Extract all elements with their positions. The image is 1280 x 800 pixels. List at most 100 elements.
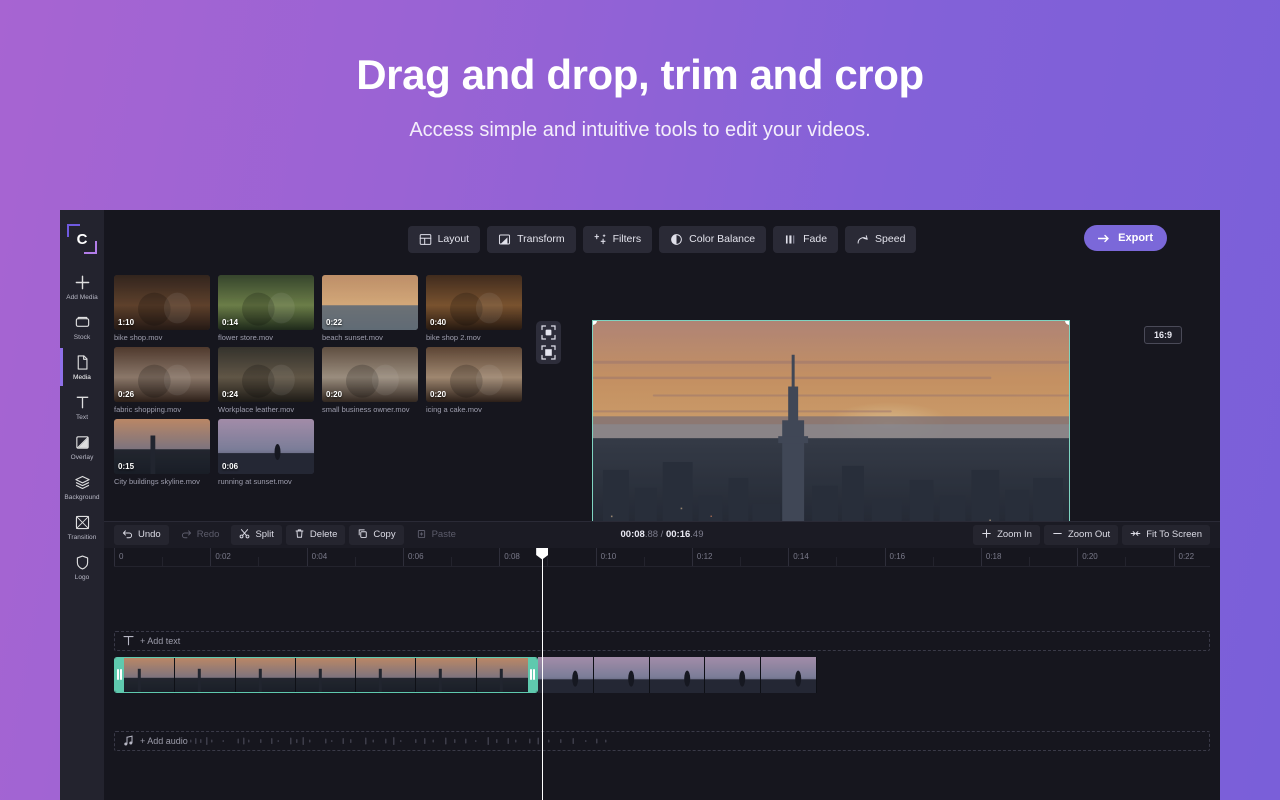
ruler-label: 0:14 (793, 552, 809, 561)
editor-main: Layout Transform Filters Color Balance F… (104, 210, 1220, 800)
aspect-ratio-badge[interactable]: 16:9 (1144, 326, 1182, 344)
add-audio-label: + Add audio (140, 736, 188, 746)
timeline[interactable]: 00:020:040:060:080:100:120:140:160:180:2… (104, 548, 1220, 800)
ruler-tick: 0:10 (596, 548, 597, 566)
media-thumbnail[interactable]: 0:14 (218, 275, 314, 330)
add-text-track[interactable]: + Add text (114, 631, 1210, 651)
media-card[interactable]: 0:40 bike shop 2.mov (426, 275, 522, 342)
clip-duration: 0:24 (222, 390, 238, 399)
ruler-label: 0:10 (601, 552, 617, 561)
media-thumbnail[interactable]: 0:20 (322, 347, 418, 402)
ruler-tick: 0:08 (499, 548, 500, 566)
tool-layout-button[interactable]: Layout (408, 226, 481, 253)
undo-button[interactable]: Undo (114, 525, 169, 545)
clip-frame (115, 658, 175, 692)
ruler-label: 0:22 (1179, 552, 1195, 561)
tool-label: Layout (438, 233, 470, 245)
clip-frame (296, 658, 356, 692)
tool-color-balance-button[interactable]: Color Balance (659, 226, 766, 253)
media-card[interactable]: 0:20 icing a cake.mov (426, 347, 522, 414)
trim-handle-left[interactable] (115, 658, 124, 692)
timeline-clip[interactable] (114, 657, 538, 693)
media-thumbnail[interactable]: 0:06 (218, 419, 314, 474)
tool-transform-button[interactable]: Transform (487, 226, 575, 253)
redo-icon (181, 528, 192, 542)
sidebar-item-media[interactable]: Media (60, 348, 104, 386)
total-time-frac: .49 (690, 529, 703, 540)
media-card[interactable]: 0:24 Workplace leather.mov (218, 347, 314, 414)
media-thumbnail[interactable]: 0:15 (114, 419, 210, 474)
media-thumbnail[interactable]: 0:24 (218, 347, 314, 402)
ruler-label: 0:02 (215, 552, 231, 561)
tool-label: Speed (875, 233, 905, 245)
ruler-label: 0:06 (408, 552, 424, 561)
clip-frame (356, 658, 416, 692)
export-button[interactable]: Export (1084, 225, 1167, 251)
ruler-tick-minor (162, 557, 163, 566)
button-label: Fit To Screen (1146, 529, 1202, 540)
ruler-label: 0:04 (312, 552, 328, 561)
clip-filename: fabric shopping.mov (114, 405, 210, 414)
timeline-ruler[interactable]: 00:020:040:060:080:100:120:140:160:180:2… (114, 548, 1210, 567)
clip-filename: small business owner.mov (322, 405, 418, 414)
clip-filename: running at sunset.mov (218, 477, 314, 486)
plus-icon (74, 274, 91, 291)
sidebar-item-label: Text (76, 414, 88, 421)
tool-label: Transform (517, 233, 564, 245)
stock-icon (74, 314, 91, 331)
media-card[interactable]: 0:06 running at sunset.mov (218, 419, 314, 486)
ruler-tick: 0:18 (981, 548, 982, 566)
ruler-label: 0:18 (986, 552, 1002, 561)
sidebar-item-logo[interactable]: Logo (60, 548, 104, 586)
tool-button-group: Layout Transform Filters Color Balance F… (408, 226, 917, 253)
delete-button[interactable]: Delete (286, 525, 345, 545)
media-thumbnail[interactable]: 1:10 (114, 275, 210, 330)
add-audio-track[interactable]: + Add audio (114, 731, 1210, 751)
playhead[interactable] (542, 548, 544, 800)
fit-to-screen-button[interactable]: Fit To Screen (1122, 525, 1210, 545)
tool-fade-button[interactable]: Fade (773, 226, 838, 253)
clip-filename: bike shop 2.mov (426, 333, 522, 342)
trim-handle-right[interactable] (528, 658, 537, 692)
copy-button[interactable]: Copy (349, 525, 403, 545)
media-thumbnail[interactable]: 0:20 (426, 347, 522, 402)
top-toolbar: Layout Transform Filters Color Balance F… (104, 210, 1220, 268)
media-card[interactable]: 0:15 City buildings skyline.mov (114, 419, 210, 486)
fit-frame-icon[interactable] (541, 325, 556, 340)
media-thumbnail[interactable]: 0:26 (114, 347, 210, 402)
scissors-icon (239, 528, 250, 542)
tool-filters-button[interactable]: Filters (583, 226, 653, 253)
crop-frame-icon[interactable] (541, 345, 556, 360)
sidebar-item-transition[interactable]: Transition (60, 508, 104, 546)
media-card[interactable]: 0:26 fabric shopping.mov (114, 347, 210, 414)
media-thumbnail[interactable]: 0:22 (322, 275, 418, 330)
transition-icon (74, 514, 91, 531)
add-text-label: + Add text (140, 636, 180, 646)
media-card[interactable]: 0:20 small business owner.mov (322, 347, 418, 414)
timeline-clip[interactable] (538, 657, 817, 693)
tool-label: Color Balance (689, 233, 755, 245)
speed-icon (856, 233, 869, 246)
sidebar-item-stock[interactable]: Stock (60, 308, 104, 346)
media-thumbnail[interactable]: 0:40 (426, 275, 522, 330)
ruler-tick-minor (836, 557, 837, 566)
sidebar-item-text[interactable]: Text (60, 388, 104, 426)
media-card[interactable]: 1:10 bike shop.mov (114, 275, 210, 342)
sidebar-item-add-media[interactable]: Add Media (60, 268, 104, 306)
video-track[interactable] (114, 657, 1210, 693)
zoom-in-button[interactable]: Zoom In (973, 525, 1040, 545)
ruler-tick: 0:22 (1174, 548, 1175, 566)
button-label: Undo (138, 529, 161, 540)
sidebar-item-overlay[interactable]: Overlay (60, 428, 104, 466)
layout-icon (419, 233, 432, 246)
clip-frame (236, 658, 296, 692)
media-card[interactable]: 0:14 flower store.mov (218, 275, 314, 342)
sidebar-rail: C Add Media Stock Media Text Overlay Bac… (60, 210, 104, 800)
zoom-out-button[interactable]: Zoom Out (1044, 525, 1118, 545)
tool-speed-button[interactable]: Speed (845, 226, 916, 253)
ruler-tick-minor (451, 557, 452, 566)
split-button[interactable]: Split (231, 525, 281, 545)
media-card[interactable]: 0:22 beach sunset.mov (322, 275, 418, 342)
current-time-frac: .88 (645, 529, 658, 540)
sidebar-item-background[interactable]: Background (60, 468, 104, 506)
